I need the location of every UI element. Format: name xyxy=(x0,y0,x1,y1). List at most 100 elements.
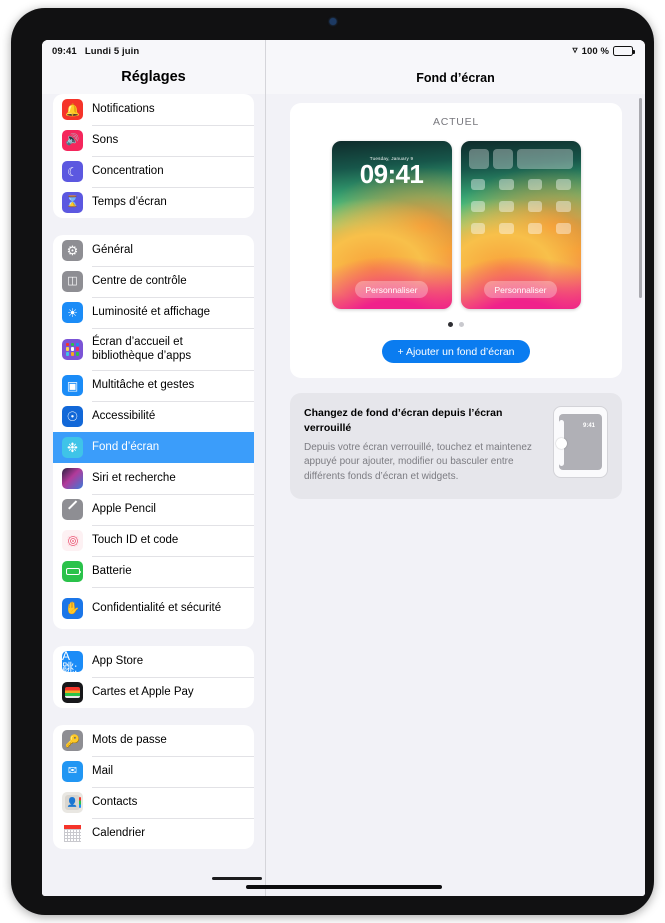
sidebar-item-accessibilit[interactable]: ☉ Accessibilité xyxy=(53,401,254,432)
mail-icon: ✉ xyxy=(62,761,83,782)
sidebar-item-confidentialit-et-s-curit[interactable]: ✋ Confidentialité et sécurité xyxy=(53,587,254,629)
sidebar-scroll-area[interactable]: 🔔 Notifications 🔊 Sons ☾ Concentration ⌛ Temps … xyxy=(42,94,265,849)
sidebar-item-notifications[interactable]: 🔔 Notifications xyxy=(53,94,254,125)
sidebar-item-label: Fond d’écran xyxy=(92,441,160,454)
sidebar-item-label: Concentration xyxy=(92,165,164,178)
sidebar-group: ⚙ Général ◫ Centre de contrôle ☀ Luminosité e… xyxy=(53,235,254,629)
sidebar-item-cartes-et-apple-pay[interactable]: Cartes et Apple Pay xyxy=(53,677,254,708)
sidebar-item-touch-id-et-code[interactable]: Touch ID et code xyxy=(53,525,254,556)
sidebar-item-g-n-ral[interactable]: ⚙ Général xyxy=(53,235,254,266)
tip-device-illustration: 9:41 xyxy=(553,406,608,478)
sidebar-item-label: Apple Pencil xyxy=(92,503,156,516)
contacts-icon: 👤 xyxy=(62,792,83,813)
sidebar-item-siri-et-recherche[interactable]: Siri et recherche xyxy=(53,463,254,494)
brightness-sun-icon: ☀ xyxy=(62,302,83,323)
app-icon-placeholder xyxy=(470,179,485,190)
sidebar-group: A跳; App Store Cartes et Apple Pay xyxy=(53,646,254,708)
sidebar-item-label: Luminosité et affichage xyxy=(92,306,211,319)
settings-sidebar[interactable]: Réglages 🔔 Notifications 🔊 Sons ☾ Concentrati… xyxy=(42,40,266,896)
sidebar-item-label: Accessibilité xyxy=(92,410,156,423)
app-store-icon: A跳; xyxy=(62,651,83,672)
app-icon-placeholder xyxy=(556,201,571,212)
sidebar-item-multit-che-et-gestes[interactable]: ▣ Multitâche et gestes xyxy=(53,370,254,401)
app-icon-placeholder xyxy=(499,201,514,212)
lock-screen-time: 09:41 xyxy=(359,159,424,189)
content-scrollbar[interactable] xyxy=(638,98,642,298)
lock-screen-date: Tuesday, January 9 xyxy=(369,156,414,161)
sidebar-item-cran-daccueil-et-biblioth-que-dapps[interactable]: Écran d’accueil et bibliothèque d’apps xyxy=(53,328,254,370)
sidebar-scrollbar[interactable] xyxy=(212,876,262,880)
sidebar-item-sons[interactable]: 🔊 Sons xyxy=(53,125,254,156)
sidebar-item-label: Contacts xyxy=(92,796,138,809)
sidebar-item-apple-pencil[interactable]: Apple Pencil xyxy=(53,494,254,525)
sidebar-item-centre-de-contr-le[interactable]: ◫ Centre de contrôle xyxy=(53,266,254,297)
app-icon-placeholder xyxy=(556,179,571,190)
lock-screen-tip-card: Changez de fond d’écran depuis l’écran v… xyxy=(290,393,622,499)
sidebar-item-label: App Store xyxy=(92,655,144,668)
apple-pencil-icon xyxy=(62,499,83,520)
tip-title: Changez de fond d’écran depuis l’écran v… xyxy=(304,407,503,434)
sidebar-item-label: Notifications xyxy=(92,103,155,116)
wallet-icon xyxy=(62,682,83,703)
sidebar-item-label: Batterie xyxy=(92,565,132,578)
app-icon-placeholder xyxy=(527,223,542,234)
touch-id-icon xyxy=(62,530,83,551)
sidebar-item-temps-d-cran[interactable]: ⌛ Temps d’écran xyxy=(53,187,254,218)
accessibility-icon: ☉ xyxy=(62,406,83,427)
sidebar-item-label: Temps d’écran xyxy=(92,196,167,209)
widget-small xyxy=(492,149,513,169)
sidebar-item-label: Centre de contrôle xyxy=(92,275,187,288)
sidebar-item-luminosit-et-affichage[interactable]: ☀ Luminosité et affichage xyxy=(53,297,254,328)
customize-home-screen-button[interactable]: Personnaliser xyxy=(483,281,558,298)
sidebar-item-batterie[interactable]: Batterie xyxy=(53,556,254,587)
sidebar-item-label: Sons xyxy=(92,134,119,147)
sidebar-item-mots-de-passe[interactable]: 🔑 Mots de passe xyxy=(53,725,254,756)
customize-lock-screen-button[interactable]: Personnaliser xyxy=(354,281,429,298)
sidebar-item-app-store[interactable]: A跳; App Store xyxy=(53,646,254,677)
sidebar-item-label: Mail xyxy=(92,765,114,778)
page-dot[interactable] xyxy=(459,322,464,327)
siri-icon xyxy=(62,468,83,489)
tip-body: Depuis votre écran verrouillé, touchez e… xyxy=(304,441,532,482)
page-dot[interactable] xyxy=(448,322,453,327)
passwords-key-icon: 🔑 xyxy=(62,730,83,751)
tip-device-time: 9:41 xyxy=(582,423,595,429)
add-wallpaper-button[interactable]: + Ajouter un fond d’écran xyxy=(382,340,530,363)
app-icon-placeholder xyxy=(527,179,542,190)
sidebar-item-label: Mots de passe xyxy=(92,734,167,747)
notifications-icon: 🔔 xyxy=(62,99,83,120)
sidebar-group: 🔔 Notifications 🔊 Sons ☾ Concentration ⌛ Temps … xyxy=(53,94,254,218)
sidebar-item-calendrier[interactable]: Calendrier xyxy=(53,818,254,849)
wallpaper-detail-pane: Fond d’écran ACTUEL Tuesday, January 9 0… xyxy=(266,40,645,896)
screen-time-hourglass-icon: ⌛ xyxy=(62,192,83,213)
home-screen-grid-icon xyxy=(62,338,83,360)
calendar-icon xyxy=(62,823,83,844)
ipad-device-frame: 09:41 Lundi 5 juin ▿ 100 % Réglages 🔔 Not… xyxy=(11,8,654,915)
privacy-hand-icon: ✋ xyxy=(62,597,83,619)
app-icon-placeholder xyxy=(556,223,571,234)
home-screen-preview[interactable]: Personnaliser xyxy=(460,141,581,309)
app-icon-placeholder xyxy=(470,223,485,234)
status-bar: 09:41 Lundi 5 juin ▿ 100 % xyxy=(42,40,645,62)
sounds-icon: 🔊 xyxy=(62,130,83,151)
wallpaper-page-dots[interactable] xyxy=(290,322,622,327)
home-screen-widgets xyxy=(468,149,573,169)
content-body: ACTUEL Tuesday, January 9 09:41 Personna… xyxy=(266,94,645,499)
app-icon-placeholder xyxy=(499,179,514,190)
sidebar-item-concentration[interactable]: ☾ Concentration xyxy=(53,156,254,187)
lock-screen-clock: Tuesday, January 9 09:41 xyxy=(332,156,452,188)
wallpaper-previews: Tuesday, January 9 09:41 Personnaliser P… xyxy=(290,141,622,309)
wallpaper-icon: ❉ xyxy=(62,437,83,458)
app-icon-placeholder xyxy=(470,201,485,212)
front-camera-icon xyxy=(329,18,336,25)
page-title: Fond d’écran xyxy=(416,71,495,85)
sidebar-item-contacts[interactable]: 👤 Contacts xyxy=(53,787,254,818)
lock-screen-preview[interactable]: Tuesday, January 9 09:41 Personnaliser xyxy=(331,141,452,309)
tip-device-touch-point-icon xyxy=(556,438,567,449)
focus-moon-icon: ☾ xyxy=(62,161,83,182)
sidebar-item-fond-d-cran[interactable]: ❉ Fond d’écran xyxy=(53,432,254,463)
sidebar-item-mail[interactable]: ✉ Mail xyxy=(53,756,254,787)
sidebar-item-label: Cartes et Apple Pay xyxy=(92,686,194,699)
home-indicator[interactable] xyxy=(245,885,442,889)
sidebar-group: 🔑 Mots de passe ✉ Mail 👤 Contacts Calendrier xyxy=(53,725,254,849)
